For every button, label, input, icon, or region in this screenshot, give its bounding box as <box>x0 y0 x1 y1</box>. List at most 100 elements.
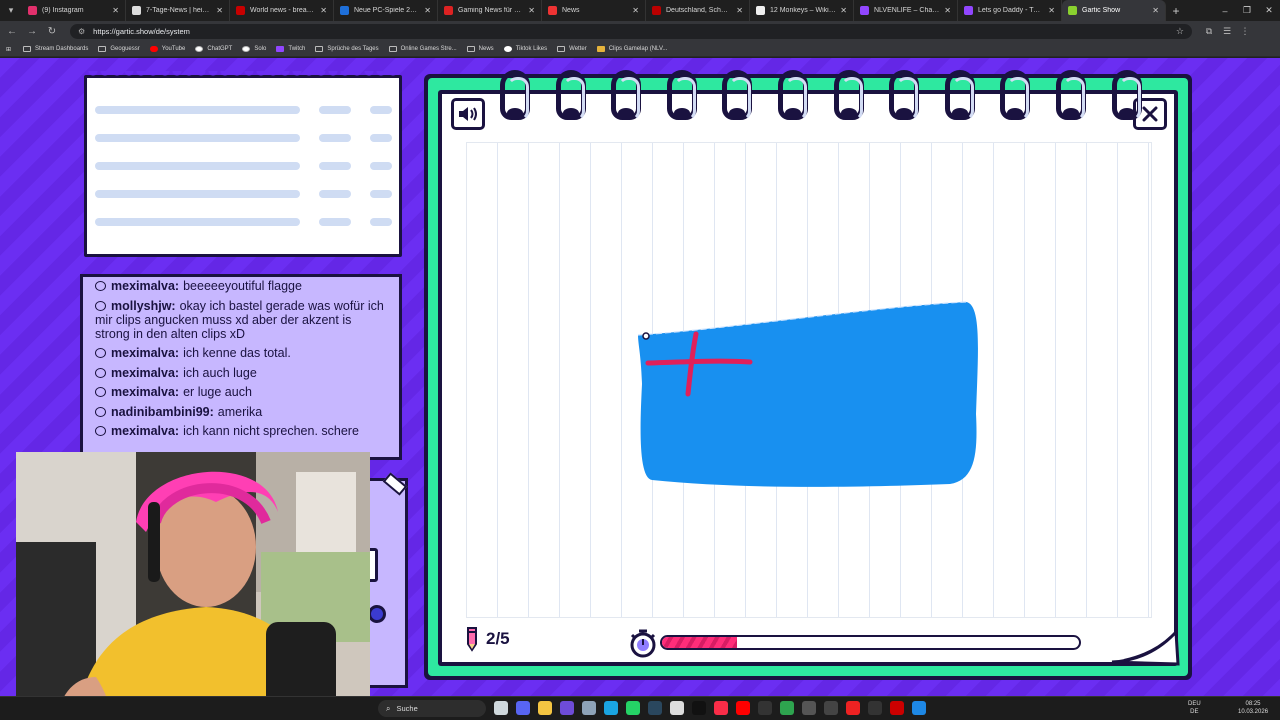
clock[interactable]: 08:25 10.03.2026 <box>1238 700 1268 716</box>
bookmark-item[interactable]: Stream Dashboards <box>23 46 88 52</box>
browser-tab[interactable]: 12 Monkeys – Wikipedia✕ <box>750 0 854 21</box>
menu-icon[interactable]: ⋮ <box>1236 26 1254 37</box>
bookmark-item[interactable]: Tiktok Likes <box>503 46 547 52</box>
steam-icon[interactable] <box>648 701 662 715</box>
placeholder-line <box>95 106 300 114</box>
browser-tab[interactable]: Neue PC-Spiele 2026: Die ✕ <box>334 0 438 21</box>
youtube-icon[interactable] <box>736 701 750 715</box>
new-tab-button[interactable]: + <box>1166 4 1186 18</box>
store-icon[interactable] <box>604 701 618 715</box>
settings-icon[interactable] <box>582 701 596 715</box>
tiktok-icon[interactable] <box>692 701 706 715</box>
tab-close-icon[interactable]: ✕ <box>528 6 535 15</box>
placeholder-line <box>95 134 300 142</box>
forward-icon[interactable]: → <box>24 26 40 37</box>
placeholder-line <box>370 190 392 198</box>
tab-close-icon[interactable]: ✕ <box>632 6 639 15</box>
browser-tab[interactable]: (9) Instagram ✕ <box>22 0 126 21</box>
app-icon[interactable] <box>560 701 574 715</box>
address-bar: ← → ↻ ⚙ https://gartic.show/de/system ☆ … <box>0 21 1280 42</box>
close-window-icon[interactable]: ✕ <box>1258 5 1280 16</box>
bookmark-item[interactable]: Online Games Stre... <box>388 46 457 52</box>
bookmark-item[interactable]: Clips Gamelap (NLV... <box>596 46 667 52</box>
browser-tab[interactable]: Gaming News für PC und ✕ <box>438 0 542 21</box>
speaker-icon <box>459 107 477 121</box>
app-icon[interactable] <box>868 701 882 715</box>
extensions-icon[interactable]: ⧉ <box>1200 26 1218 37</box>
url-input[interactable]: ⚙ https://gartic.show/de/system ☆ <box>70 24 1192 39</box>
site-info-icon[interactable]: ⚙ <box>78 27 85 36</box>
tab-close-icon[interactable]: ✕ <box>216 6 223 15</box>
timer-bar <box>660 635 1081 650</box>
tab-label: Gartic Show <box>1082 7 1121 14</box>
tab-close-icon[interactable]: ✕ <box>424 6 431 15</box>
whatsapp-icon[interactable] <box>626 701 640 715</box>
reload-icon[interactable]: ↻ <box>44 26 60 37</box>
tab-close-icon[interactable]: ✕ <box>736 6 743 15</box>
browser-tab[interactable]: News ✕ <box>542 0 646 21</box>
bookmark-item[interactable]: Geoguessr <box>98 46 140 52</box>
task-view-icon[interactable] <box>494 701 508 715</box>
app-icon[interactable] <box>758 701 772 715</box>
placeholder-line <box>370 106 392 114</box>
bookmark-item[interactable]: Solo <box>242 46 266 52</box>
tab-favicon-icon <box>652 6 661 15</box>
search-placeholder: Suche <box>396 704 418 713</box>
tab-search-button[interactable]: ▾ <box>0 0 22 21</box>
browser-tab[interactable]: NLVENLIFE – Chat - Twitch ✕ <box>854 0 958 21</box>
chatgpt-icon <box>195 46 204 52</box>
placeholder-line <box>319 218 351 226</box>
sound-button[interactable] <box>451 98 485 130</box>
app-icon[interactable] <box>802 701 816 715</box>
chrome-icon[interactable] <box>780 701 794 715</box>
webcam-overlay <box>16 452 370 720</box>
app-icon[interactable] <box>846 701 860 715</box>
chat-panel: meximalva: beeeeeyoutiful flagge mollyshjw… <box>80 274 402 460</box>
chat-bubble-icon <box>95 426 106 436</box>
browser-tab[interactable]: World news - breaking news ✕ <box>230 0 334 21</box>
taskbar-search[interactable]: ⌕ Suche <box>378 700 486 717</box>
chat-text: ich kann nicht sprechen. schere <box>183 424 359 438</box>
tab-close-icon[interactable]: ✕ <box>1152 6 1159 15</box>
back-icon[interactable]: ← <box>4 26 20 37</box>
app-icon[interactable] <box>670 701 684 715</box>
minimize-icon[interactable]: – <box>1214 6 1236 16</box>
apps-icon[interactable]: ⊞ <box>6 46 11 53</box>
side-color-dot[interactable] <box>368 605 386 623</box>
app-icon[interactable] <box>824 701 838 715</box>
spiral-ring <box>555 70 586 121</box>
profile-icon[interactable]: ☰ <box>1218 26 1236 37</box>
bookmark-star-icon[interactable]: ☆ <box>1176 26 1184 37</box>
bookmark-item[interactable]: YouTube <box>149 46 185 52</box>
cursor-icon <box>642 332 650 340</box>
browser-tab[interactable]: Deutschland, Schweiz – w✕ <box>646 0 750 21</box>
tab-close-icon[interactable]: ✕ <box>1048 6 1055 15</box>
tab-close-icon[interactable]: ✕ <box>840 6 847 15</box>
browser-tab[interactable]: Gartic Show ✕ <box>1062 0 1166 21</box>
bookmark-item[interactable]: Sprüche des Tages <box>315 46 379 52</box>
browser-tab[interactable]: 7-Tage-News | heise online ✕ <box>126 0 230 21</box>
chat-username: mollyshjw: <box>111 298 176 313</box>
music-icon[interactable] <box>714 701 728 715</box>
file-explorer-icon[interactable] <box>538 701 552 715</box>
bookmark-item[interactable]: Wetter <box>557 46 587 52</box>
tab-favicon-icon <box>548 6 557 15</box>
chat-username: meximalva: <box>111 346 180 360</box>
tab-close-icon[interactable]: ✕ <box>944 6 951 15</box>
discord-icon[interactable] <box>516 701 530 715</box>
placeholder-line <box>319 162 351 170</box>
chat-bubble-icon <box>95 367 106 378</box>
tab-close-icon[interactable]: ✕ <box>320 6 327 15</box>
bookmark-item[interactable]: Twitch <box>276 46 305 52</box>
bookmark-label: Wetter <box>569 46 587 52</box>
app-icon[interactable] <box>890 701 904 715</box>
maximize-icon[interactable]: ❐ <box>1236 5 1258 16</box>
tab-close-icon[interactable]: ✕ <box>112 6 119 15</box>
bookmark-item[interactable]: ChatGPT <box>195 46 232 52</box>
tab-favicon-icon <box>340 6 349 15</box>
tab-favicon-icon <box>964 6 973 15</box>
app-icon[interactable] <box>912 701 926 715</box>
bookmark-item[interactable]: News <box>466 46 494 52</box>
language-indicator[interactable]: DEU DE <box>1188 700 1201 716</box>
browser-tab[interactable]: Lets go Daddy - Twitch ✕ <box>958 0 1062 21</box>
